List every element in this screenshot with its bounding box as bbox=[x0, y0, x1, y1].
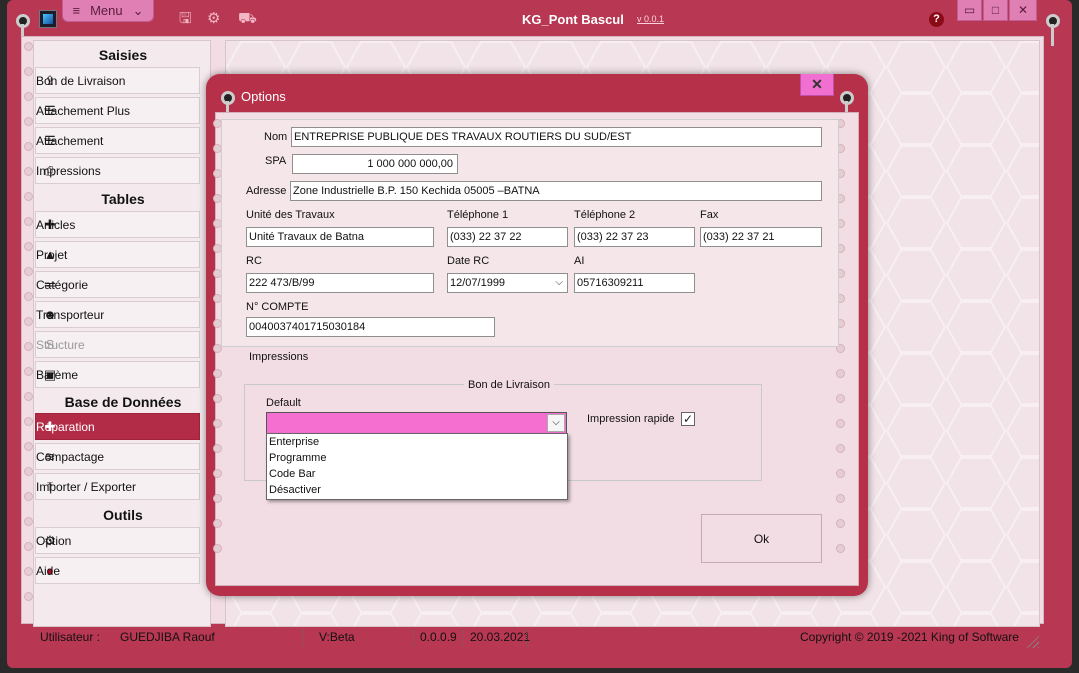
unite-label: Unité des Travaux bbox=[246, 209, 335, 221]
default-select[interactable]: ⌵ bbox=[266, 412, 567, 434]
status-build: 0.0.0.9 bbox=[420, 630, 457, 644]
ok-button[interactable]: Ok bbox=[701, 514, 822, 563]
options-dialog: Options ✕ Nom ENTREPRISE PUBLIQUE DES TR… bbox=[206, 74, 868, 596]
ai-field[interactable]: 05716309211 bbox=[574, 273, 695, 293]
date-rc-label: Date RC bbox=[447, 255, 490, 267]
status-date: 20.03.2021 bbox=[470, 630, 531, 644]
app-logo bbox=[39, 10, 57, 28]
section-title-outils: Outils bbox=[103, 507, 143, 523]
dropdown-option[interactable]: Désactiver bbox=[267, 482, 567, 498]
adresse-field[interactable]: Zone Industrielle B.P. 150 Kechida 05005… bbox=[290, 181, 822, 201]
app-title: KG_Pont Bascul bbox=[522, 12, 624, 27]
sidebar-item-aide[interactable]: ● Aide bbox=[35, 557, 200, 584]
status-user-label: Utilisateur : bbox=[40, 630, 101, 644]
status-bar: Utilisateur : GUEDJIBA Raouf V:Beta 0.0.… bbox=[33, 628, 1043, 648]
chevron-down-icon[interactable]: ⌵ bbox=[555, 277, 563, 288]
dropdown-option[interactable]: Enterprise bbox=[267, 434, 567, 450]
chevron-down-icon[interactable]: ⌵ bbox=[547, 414, 565, 432]
default-dropdown-list: Enterprise Programme Code Bar Désactiver bbox=[266, 433, 568, 500]
telephone1-field[interactable]: (033) 22 37 22 bbox=[447, 227, 568, 247]
sidebar-item-projet[interactable]: ▲ Projet bbox=[35, 241, 200, 268]
default-label: Default bbox=[266, 397, 301, 409]
close-button[interactable]: ✕ bbox=[1009, 0, 1037, 21]
date-rc-value: 12/07/1999 bbox=[450, 277, 506, 289]
sidebar-item-compactage[interactable]: ≋ Compactage bbox=[35, 443, 200, 470]
rc-field[interactable]: 222 473/B/99 bbox=[246, 273, 434, 293]
sidebar-item-importer-exporter[interactable]: ⤒ Importer / Exporter bbox=[35, 473, 200, 500]
section-title-saisies: Saisies bbox=[98, 47, 148, 63]
sidebar-item-attachement[interactable]: ☰ Attachement bbox=[35, 127, 200, 154]
minimize-button[interactable]: ▭ bbox=[957, 0, 982, 21]
adresse-label: Adresse bbox=[246, 185, 287, 197]
impressions-label: Impressions bbox=[249, 351, 309, 363]
chevron-down-icon: ⌄ bbox=[132, 2, 144, 18]
telephone2-field[interactable]: (033) 22 37 23 bbox=[574, 227, 695, 247]
nom-label: Nom bbox=[264, 131, 288, 143]
title-bar: ≡ Menu ⌄ 🖫 ⚙ ⛟ KG_Pont Bascul v 0.0.1 ? … bbox=[7, 0, 1072, 38]
telephone2-label: Téléphone 2 bbox=[574, 209, 636, 221]
sidebar-item-option[interactable]: ⚙ Option bbox=[35, 527, 200, 554]
status-separator bbox=[463, 630, 464, 646]
dropdown-option[interactable]: Code Bar bbox=[267, 466, 567, 482]
sidebar-item-transporteur[interactable]: ☻ Transporteur bbox=[35, 301, 200, 328]
sidebar-item-structure[interactable]: S Structure bbox=[35, 331, 200, 358]
compte-field[interactable]: 004003740171503018​4 bbox=[246, 317, 495, 337]
fax-field[interactable]: (033) 22 37 21 bbox=[700, 227, 822, 247]
impression-rapide-checkbox[interactable]: ✓ bbox=[681, 412, 695, 426]
app-version[interactable]: v 0.0.1 bbox=[637, 14, 664, 24]
sidebar-item-bareme[interactable]: ▣ Barème bbox=[35, 361, 200, 388]
menu-button[interactable]: ≡ Menu ⌄ bbox=[62, 0, 154, 22]
dialog-title: Options bbox=[241, 89, 286, 104]
spa-field[interactable]: 1 000 000 000,00 bbox=[292, 154, 458, 174]
save-icon[interactable]: 🖫 bbox=[179, 11, 192, 27]
telephone1-label: Téléphone 1 bbox=[447, 209, 509, 221]
status-separator bbox=[413, 630, 414, 646]
section-title-base-de-donnees: Base de Données bbox=[64, 394, 182, 410]
status-user-name: GUEDJIBA Raouf bbox=[120, 630, 215, 644]
hamburger-icon: ≡ bbox=[72, 3, 81, 18]
binder-ring-stem bbox=[1051, 24, 1054, 46]
rc-label: RC bbox=[246, 255, 262, 267]
help-icon[interactable]: ? bbox=[929, 12, 944, 27]
maximize-button[interactable]: □ bbox=[983, 0, 1008, 21]
group-title: Bon de Livraison bbox=[464, 379, 554, 391]
sidebar-item-bon-de-livraison[interactable]: ⇪ Bon de Livraison bbox=[35, 67, 200, 94]
checkmark-icon: ✓ bbox=[682, 412, 694, 426]
spa-label: SPA bbox=[265, 155, 287, 167]
sidebar-item-reparation[interactable]: ✚ Réparation bbox=[35, 413, 200, 440]
unite-field[interactable]: Unité Travaux de Batna bbox=[246, 227, 434, 247]
ai-label: AI bbox=[574, 255, 585, 267]
nom-field[interactable]: ENTREPRISE PUBLIQUE DES TRAVAUX ROUTIERS… bbox=[291, 127, 822, 147]
dialog-close-button[interactable]: ✕ bbox=[800, 74, 834, 96]
status-separator bbox=[303, 630, 304, 646]
sidebar-item-articles[interactable]: ✚ Articles bbox=[35, 211, 200, 238]
sidebar-item-impressions[interactable]: ⎙ Impressions bbox=[35, 157, 200, 184]
impression-rapide-label: Impression rapide bbox=[587, 413, 675, 425]
sidebar-item-attachement-plus[interactable]: ☰ Attachement Plus bbox=[35, 97, 200, 124]
sidebar-item-categorie[interactable]: ≔ Catégorie bbox=[35, 271, 200, 298]
status-version: V:Beta bbox=[319, 630, 355, 644]
status-copyright: Copyright © 2019 -2021 King of Software bbox=[800, 630, 1019, 644]
compte-label: N° COMPTE bbox=[246, 301, 309, 313]
menu-label: Menu bbox=[90, 3, 123, 18]
section-title-tables: Tables bbox=[101, 191, 145, 207]
gears-icon[interactable]: ⚙ bbox=[207, 11, 220, 27]
date-rc-picker[interactable]: 12/07/1999 ⌵ bbox=[447, 273, 568, 293]
sidebar: Saisies ⇪ Bon de Livraison ☰ Attachement P… bbox=[33, 40, 211, 627]
fax-label: Fax bbox=[700, 209, 719, 221]
dropdown-option[interactable]: Programme bbox=[267, 450, 567, 466]
truck-icon[interactable]: ⛟ bbox=[238, 11, 257, 27]
status-separator bbox=[526, 630, 527, 646]
